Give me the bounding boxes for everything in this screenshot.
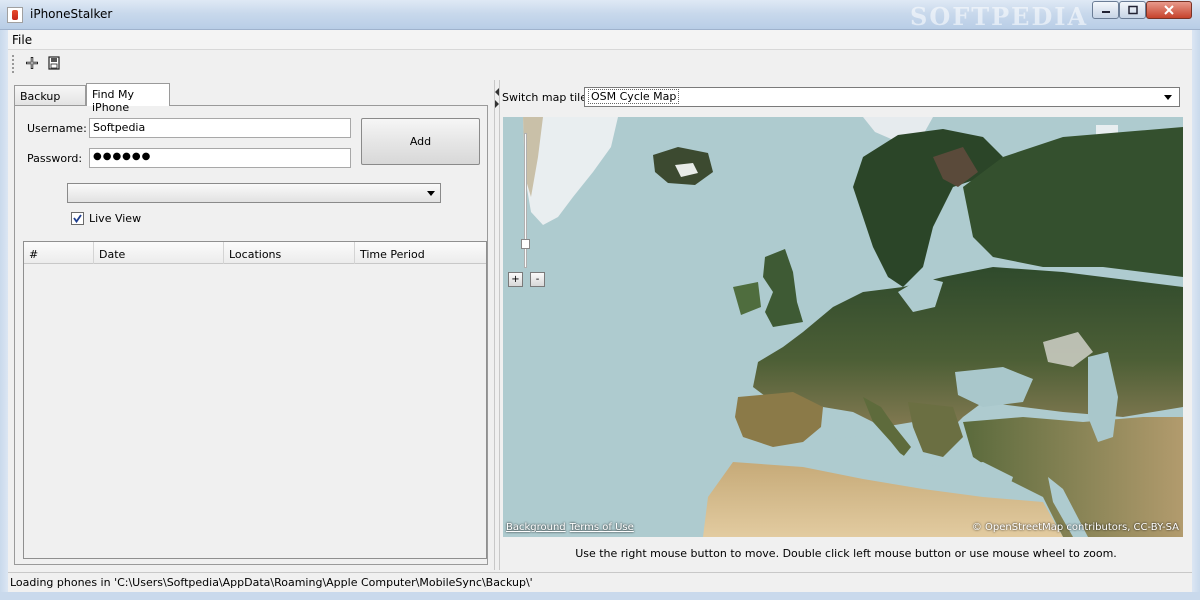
window-frame-right <box>1192 30 1200 600</box>
device-select[interactable] <box>67 183 441 203</box>
title-bar: iPhoneStalker SOFTPEDIA <box>0 0 1200 31</box>
map-tile-select[interactable]: OSM Cycle Map <box>584 87 1180 107</box>
checkmark-icon <box>73 214 82 224</box>
minimize-icon <box>1101 11 1110 13</box>
live-view-label: Live View <box>89 212 142 225</box>
locations-table: # Date Locations Time Period <box>23 241 487 559</box>
close-button[interactable] <box>1146 1 1192 19</box>
toolbar-grip[interactable] <box>12 55 14 73</box>
column-header-locations[interactable]: Locations <box>224 242 355 264</box>
username-input[interactable]: Softpedia <box>89 118 351 138</box>
collapse-right-icon[interactable] <box>495 100 499 108</box>
add-toolbar-button[interactable] <box>24 55 40 71</box>
chevron-down-icon <box>1164 95 1172 100</box>
terms-of-use-link[interactable]: Terms of Use <box>570 522 634 533</box>
password-label: Password: <box>27 152 83 165</box>
status-bar: Loading phones in 'C:\Users\Softpedia\Ap… <box>8 572 1192 592</box>
map-attribution-links: Background Terms of Use <box>506 522 638 533</box>
map-view[interactable]: + - Background Terms of Use © OpenStreetM… <box>503 117 1183 537</box>
table-header: # Date Locations Time Period <box>24 242 486 264</box>
watermark: SOFTPEDIA <box>910 2 1089 31</box>
zoom-in-button[interactable]: + <box>508 272 523 287</box>
tab-find-my-iphone[interactable]: Find My iPhone <box>86 83 170 114</box>
toolbar <box>8 50 1192 78</box>
zoom-slider-thumb[interactable] <box>521 239 530 249</box>
save-toolbar-button[interactable] <box>46 55 62 71</box>
window-frame-left <box>0 30 8 600</box>
europe-satellite-map <box>503 117 1183 537</box>
chevron-down-icon <box>427 191 435 196</box>
left-panel: Backup Data Find My iPhone Username: Sof… <box>8 80 494 570</box>
live-view-checkbox[interactable] <box>71 212 84 225</box>
plus-icon <box>26 57 38 69</box>
zoom-out-button[interactable]: - <box>530 272 545 287</box>
column-header-time-period[interactable]: Time Period <box>355 242 486 264</box>
collapse-left-icon[interactable] <box>495 88 499 96</box>
map-tile-selected: OSM Cycle Map <box>588 89 680 104</box>
window-title: iPhoneStalker <box>30 7 113 21</box>
maximize-icon <box>1127 5 1138 15</box>
menu-file[interactable]: File <box>12 33 32 47</box>
maximize-button[interactable] <box>1119 1 1146 19</box>
minimize-button[interactable] <box>1092 1 1119 19</box>
save-icon <box>48 56 60 70</box>
add-button[interactable]: Add <box>361 118 480 165</box>
close-icon <box>1164 5 1174 15</box>
tab-backup-data[interactable]: Backup Data <box>14 85 86 116</box>
window-frame-bottom <box>0 592 1200 600</box>
column-header-date[interactable]: Date <box>94 242 224 264</box>
map-navigation-hint: Use the right mouse button to move. Doub… <box>575 547 1117 560</box>
app-icon <box>7 7 23 23</box>
switch-map-tile-label: Switch map tile <box>502 91 587 104</box>
column-header-number[interactable]: # <box>24 242 94 264</box>
background-link[interactable]: Background <box>506 522 566 533</box>
map-panel: Switch map tile OSM Cycle Map + - Backgr… <box>500 80 1192 570</box>
username-label: Username: <box>27 122 87 135</box>
osm-attribution: © OpenStreetMap contributors, CC-BY-SA <box>971 522 1179 533</box>
menu-bar: File <box>8 30 1192 50</box>
password-input[interactable]: ●●●●●● <box>89 148 351 168</box>
find-my-iphone-panel: Username: Softpedia Password: ●●●●●● Add… <box>14 105 488 565</box>
